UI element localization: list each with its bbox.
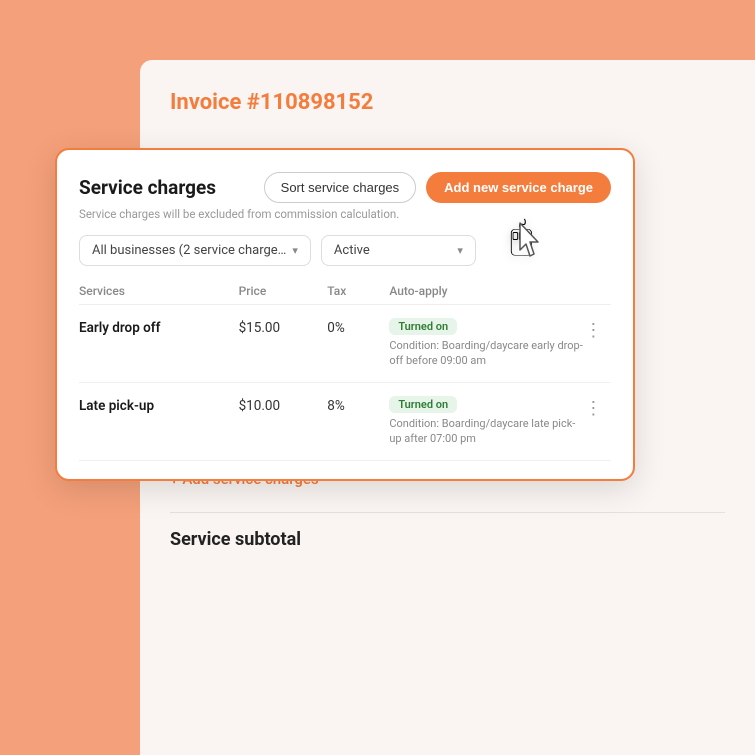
service-name-early-drop-off: Early drop off — [79, 318, 239, 336]
table-row: Early drop off $15.00 0% Turned on Condi… — [79, 305, 611, 383]
auto-apply-early-drop-off: Turned on Condition: Boarding/daycare ea… — [389, 318, 584, 369]
price-early-drop-off: $15.00 — [239, 318, 328, 336]
tax-early-drop-off: 0% — [327, 318, 389, 336]
table-header: Services Price Tax Auto-apply — [79, 280, 611, 305]
modal-title: Service charges — [79, 176, 216, 199]
col-auto-apply: Auto-apply — [389, 284, 584, 298]
col-services: Services — [79, 284, 239, 298]
status-filter-select[interactable]: Active ▾ — [321, 235, 476, 266]
modal-header: Service charges Sort service charges Add… — [79, 172, 611, 203]
modal-subtitle: Service charges will be excluded from co… — [79, 207, 611, 221]
tax-late-pickup: 8% — [327, 396, 389, 414]
service-charges-modal: Service charges Sort service charges Add… — [55, 148, 635, 481]
business-filter-label: All businesses (2 service charge… — [92, 243, 286, 258]
chevron-down-icon: ▾ — [457, 244, 463, 257]
more-options-button-row1[interactable]: ⋮ — [584, 318, 611, 341]
condition-text: Condition: Boarding/daycare early drop-o… — [389, 338, 584, 369]
more-options-button-row2[interactable]: ⋮ — [584, 396, 611, 419]
add-new-service-charge-button[interactable]: Add new service charge — [426, 172, 611, 203]
col-actions — [584, 284, 611, 298]
business-filter-select[interactable]: All businesses (2 service charge… ▾ — [79, 235, 311, 266]
price-late-pickup: $10.00 — [239, 396, 328, 414]
service-subtotal-label: Service subtotal — [170, 529, 725, 550]
modal-header-actions: Sort service charges Add new service cha… — [264, 172, 611, 203]
invoice-title: Invoice #110898152 — [170, 90, 725, 115]
chevron-down-icon: ▾ — [292, 244, 298, 257]
condition-text: Condition: Boarding/daycare late pick-up… — [389, 416, 584, 447]
turned-on-badge: Turned on — [389, 396, 457, 413]
divider — [170, 512, 725, 513]
invoice-number: #110898152 — [247, 90, 374, 115]
auto-apply-late-pickup: Turned on Condition: Boarding/daycare la… — [389, 396, 584, 447]
col-price: Price — [239, 284, 328, 298]
sort-service-charges-button[interactable]: Sort service charges — [264, 172, 417, 203]
invoice-label: Invoice — [170, 90, 247, 115]
turned-on-badge: Turned on — [389, 318, 457, 335]
col-tax: Tax — [327, 284, 389, 298]
table-row: Late pick-up $10.00 8% Turned on Conditi… — [79, 383, 611, 461]
filter-row: All businesses (2 service charge… ▾ Acti… — [79, 235, 611, 266]
status-filter-label: Active — [334, 243, 370, 258]
service-name-late-pickup: Late pick-up — [79, 396, 239, 414]
